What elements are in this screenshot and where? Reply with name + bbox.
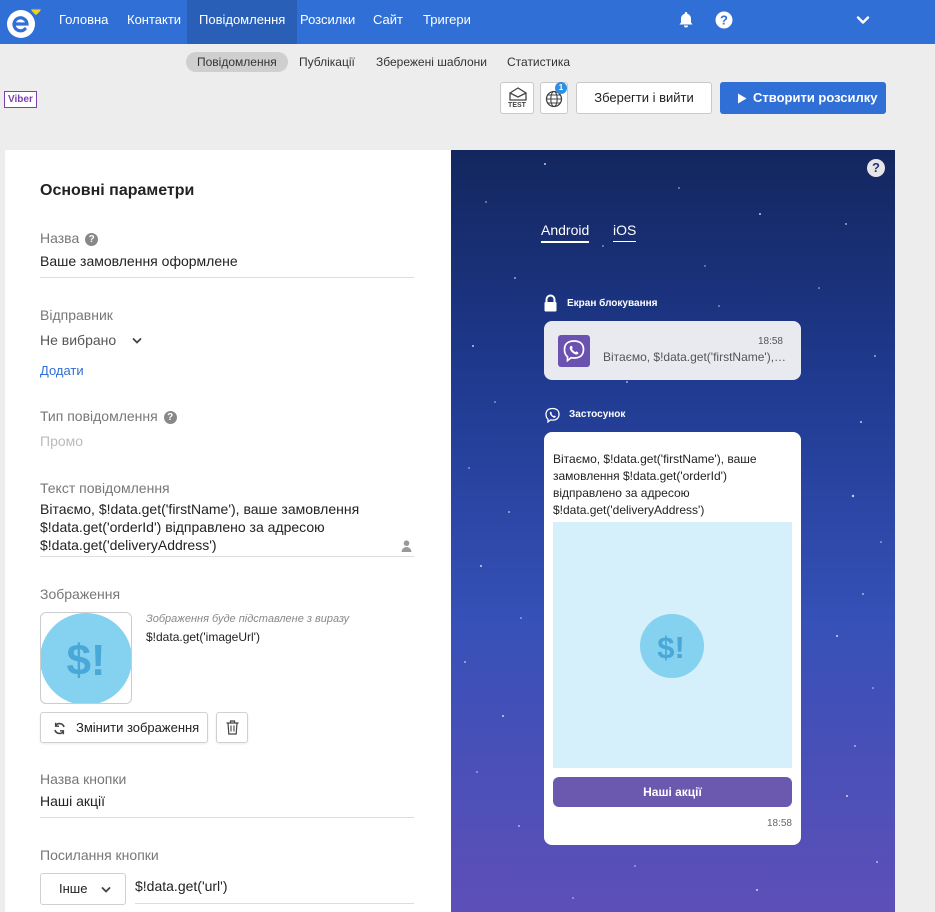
nav-item-home[interactable]: Головна	[47, 0, 120, 44]
svg-text:?: ?	[720, 13, 728, 28]
placeholder-glyph: $!	[657, 630, 685, 665]
tab-statistics[interactable]: Статистика	[496, 52, 581, 72]
nav-item-site[interactable]: Сайт	[361, 0, 415, 44]
image-hint: Зображення буде підставлене з виразу	[146, 613, 350, 625]
nav-item-campaigns[interactable]: Розсилки	[288, 0, 367, 44]
button-name-label: Назва кнопки	[40, 771, 127, 787]
lock-icon	[544, 294, 557, 312]
button-url-underline	[135, 903, 414, 904]
app-message-image: $!	[553, 522, 792, 768]
lock-time: 18:58	[757, 336, 783, 347]
message-text-field[interactable]: Вітаємо, $!data.get('firstName'), ваше з…	[40, 500, 390, 554]
button-name-field[interactable]: Наші акції	[40, 793, 105, 809]
link-type-value: Інше	[59, 881, 88, 896]
app-message-time: 18:58	[766, 818, 792, 829]
sender-select[interactable]: Не вибрано	[40, 332, 150, 348]
esputnik-logo[interactable]	[4, 4, 46, 40]
sender-label: Відправник	[40, 307, 113, 323]
image-preview[interactable]: $!	[40, 612, 132, 704]
tab-ios[interactable]: iOS	[613, 222, 637, 242]
app-message-text: Вітаємо, $!data.get('firstName'), ваше з…	[553, 452, 757, 517]
tab-android[interactable]: Android	[541, 222, 590, 243]
message-settings-panel: Основні параметри Назва? Ваше замовлення…	[5, 150, 451, 912]
nav-item-contacts[interactable]: Контакти	[115, 0, 193, 44]
image-placeholder-icon: $!	[640, 614, 704, 678]
image-expression: $!data.get('imageUrl')	[146, 630, 260, 644]
name-label: Назва?	[40, 230, 99, 246]
chevron-down-icon[interactable]	[853, 10, 873, 30]
button-url-field[interactable]: $!data.get('url')	[135, 878, 228, 894]
help-icon[interactable]: ?	[714, 10, 734, 30]
viber-icon	[563, 340, 585, 363]
sub-navigation: Повідомлення Публікації Збережені шаблон…	[0, 44, 935, 132]
lock-message-text: Вітаємо, $!data.get('firstName'), ваше з…	[603, 350, 789, 364]
chevron-down-icon	[101, 887, 111, 893]
lock-screen-notification: 18:58 Вітаємо, $!data.get('firstName'), …	[544, 321, 801, 380]
image-placeholder-icon: $!	[41, 613, 131, 703]
image-label: Зображення	[40, 586, 121, 602]
phone-preview-panel: ? Android iOS Екран блокування 18:58 Віт…	[451, 150, 895, 912]
sender-select-value: Не вибрано	[40, 332, 117, 348]
channel-tag: Viber	[4, 91, 37, 108]
button-link-label: Посилання кнопки	[40, 847, 159, 863]
notification-badge: 1	[555, 82, 567, 94]
tab-saved-templates[interactable]: Збережені шаблони	[365, 52, 498, 72]
message-text-label: Текст повідомлення	[40, 480, 170, 496]
message-type-label-text: Тип повідомлення	[40, 408, 158, 424]
section-title: Основні параметри	[40, 182, 195, 199]
delete-image-button[interactable]	[216, 712, 248, 743]
help-icon[interactable]: ?	[85, 233, 99, 246]
name-field-underline	[40, 277, 414, 278]
button-name-underline	[40, 817, 414, 818]
create-campaign-label: Створити розсилку	[753, 90, 878, 105]
save-and-exit-button[interactable]: Зберегти і вийти	[576, 82, 712, 114]
app-message-button[interactable]: Наші акції	[553, 777, 792, 807]
trash-icon	[226, 720, 239, 735]
preview-help-icon[interactable]: ?	[867, 159, 885, 177]
app-label: Застосунок	[569, 409, 626, 420]
test-send-button[interactable]: TEST	[500, 82, 534, 114]
add-sender-link[interactable]: Додати	[40, 363, 84, 378]
person-icon[interactable]	[401, 540, 412, 552]
message-type-label: Тип повідомлення?	[40, 408, 177, 424]
top-navigation: Головна Контакти Повідомлення Розсилки С…	[0, 0, 935, 44]
tab-messages[interactable]: Повідомлення	[186, 52, 288, 72]
change-image-label: Змінити зображення	[76, 720, 200, 735]
nav-item-messages[interactable]: Повідомлення	[187, 0, 298, 44]
chevron-down-icon	[132, 338, 142, 344]
change-image-button[interactable]: Змінити зображення	[40, 712, 208, 743]
bell-icon[interactable]	[676, 10, 696, 30]
message-text-underline	[40, 556, 414, 557]
message-type-value: Промо	[40, 433, 84, 449]
lock-screen-label: Екран блокування	[567, 298, 658, 309]
placeholder-glyph: $!	[66, 636, 105, 685]
name-label-text: Назва	[40, 230, 80, 246]
viber-app-icon	[558, 335, 590, 367]
link-type-select[interactable]: Інше	[40, 873, 126, 905]
language-button[interactable]: 1	[540, 82, 568, 114]
envelope-icon	[509, 87, 527, 101]
tab-publications[interactable]: Публікації	[288, 52, 366, 72]
nav-item-triggers[interactable]: Тригери	[411, 0, 483, 44]
app-message-card: Вітаємо, $!data.get('firstName'), ваше з…	[544, 432, 801, 845]
help-icon[interactable]: ?	[163, 411, 177, 424]
viber-icon	[545, 407, 560, 424]
play-icon	[738, 93, 747, 104]
create-campaign-button[interactable]: Створити розсилку	[720, 82, 886, 114]
test-label: TEST	[508, 102, 526, 109]
refresh-icon	[54, 722, 65, 735]
name-field[interactable]: Ваше замовлення оформлене	[40, 253, 238, 269]
